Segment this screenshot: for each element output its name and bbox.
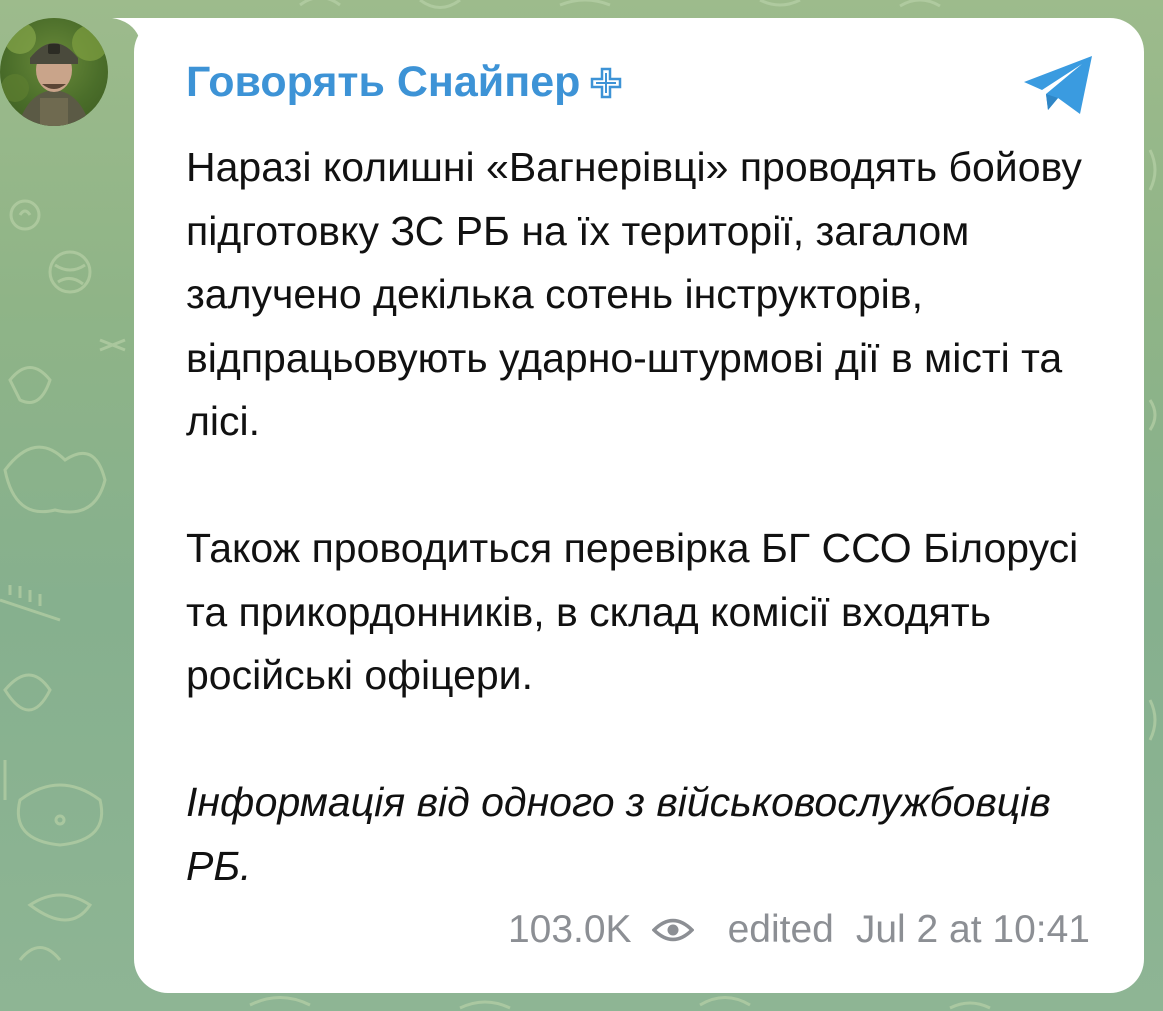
avatar-photo [1, 22, 108, 126]
channel-name[interactable]: Говорять Снайпер [186, 58, 622, 107]
channel-avatar[interactable] [0, 18, 108, 126]
message-text: Наразі колишні «Вагнерівці» проводять бо… [186, 136, 1106, 898]
edited-label: edited [727, 908, 834, 951]
eye-icon [651, 918, 694, 942]
telegram-icon[interactable] [1022, 54, 1096, 116]
message-paragraph: Наразі колишні «Вагнерівці» проводять бо… [186, 144, 1082, 444]
message-paragraph-italic: Інформація від одного з військовослужбов… [186, 779, 1051, 889]
message-bubble[interactable]: Говорять Снайпер Наразі колишні «Вагнері… [134, 18, 1144, 993]
message-meta: 103.0K edited Jul 2 at 10:41 [508, 908, 1090, 952]
message-paragraph: Також проводиться перевірка БГ ССО Білор… [186, 525, 1079, 698]
view-count: 103.0K [507, 908, 632, 951]
message-timestamp: Jul 2 at 10:41 [855, 908, 1090, 951]
channel-name-text[interactable]: Говорять Снайпер [186, 58, 580, 107]
cross-icon [591, 67, 622, 98]
